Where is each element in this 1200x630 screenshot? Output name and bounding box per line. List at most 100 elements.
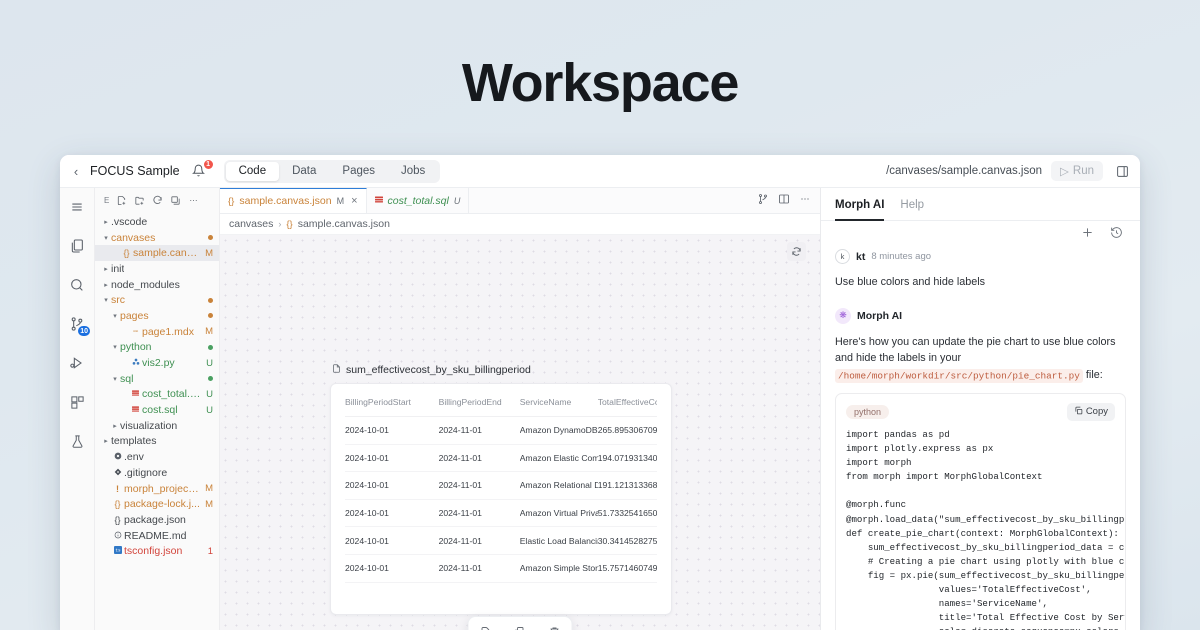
chevron-down-icon[interactable]: ▾ (101, 234, 111, 242)
tree-item-sample-canva[interactable]: {} sample.canva... M (95, 245, 219, 262)
chevron-right-icon[interactable]: ▸ (110, 422, 120, 430)
collapse-all-icon[interactable] (170, 195, 181, 206)
run-button[interactable]: ▷ Run (1051, 161, 1103, 181)
duplicate-icon[interactable] (514, 626, 526, 630)
run-debug-icon[interactable] (64, 351, 90, 375)
table-cell: 191.12131336880 (597, 471, 657, 500)
tab-morph-ai[interactable]: Morph AI (835, 188, 885, 221)
files-icon[interactable] (64, 234, 90, 258)
canvas-refresh-icon[interactable] (787, 242, 806, 261)
tree-item-canvases[interactable]: ▾ canvases (95, 230, 219, 246)
editor-tab-sample-canvas-json[interactable]: {} sample.canvas.json M × (220, 188, 367, 213)
canvas-surface[interactable]: sum_effectivecost_by_sku_billingperiod B… (220, 235, 820, 630)
history-icon[interactable] (1110, 226, 1123, 244)
chevron-left-icon[interactable]: ‹ (66, 164, 86, 179)
tree-item-visualization[interactable]: ▸ visualization (95, 418, 219, 434)
plus-icon[interactable] (1081, 226, 1094, 244)
tree-item-cost-total-sql[interactable]: cost_total.sql U (95, 387, 219, 403)
tab-pages[interactable]: Pages (329, 162, 388, 181)
new-file-icon[interactable] (116, 195, 127, 206)
tree-item-python[interactable]: ▾ python (95, 340, 219, 356)
tree-item-tsconfig-json[interactable]: ts tsconfig.json 1 (95, 543, 219, 559)
search-icon[interactable] (64, 273, 90, 297)
tree-item-morph-project[interactable]: ! morph_project.... M (95, 481, 219, 497)
chevron-down-icon[interactable]: ▾ (110, 375, 120, 383)
tab-help[interactable]: Help (900, 188, 924, 221)
tree-item-page1-mdx[interactable]: ▫▫▫ page1.mdx M (95, 324, 219, 340)
chevron-right-icon[interactable]: ▸ (101, 265, 111, 273)
trash-icon[interactable] (548, 626, 560, 630)
chevron-down-icon[interactable]: ▾ (110, 312, 120, 320)
panel-right-icon[interactable] (1112, 161, 1132, 181)
bell-icon[interactable]: 1 (191, 159, 214, 180)
json-icon: {} (114, 514, 121, 525)
breadcrumb-item-file[interactable]: sample.canvas.json (298, 218, 390, 230)
testing-icon[interactable] (64, 429, 90, 453)
tree-item-label: vis2.py (142, 357, 175, 370)
tree-item-label: README.md (124, 529, 187, 542)
refresh-icon[interactable] (152, 195, 163, 206)
add-node-icon[interactable] (480, 626, 492, 630)
tree-item-label: sql (120, 372, 134, 385)
more-horizontal-icon[interactable] (188, 195, 199, 206)
file-tree[interactable]: ▸ .vscode ▾ canvases{} sample.canva... M ▸ init… (95, 212, 219, 630)
source-control-icon[interactable] (757, 192, 769, 210)
tree-item-label: node_modules (111, 278, 180, 291)
editor-tab-cost-total-sql[interactable]: cost_total.sql U (366, 188, 470, 213)
avatar: k (835, 249, 850, 264)
tree-item-status: 1 (207, 545, 213, 557)
menu-icon[interactable] (64, 195, 90, 219)
tree-item-label: package-lock.j... (124, 498, 200, 511)
chevron-right-icon[interactable]: ▸ (101, 281, 111, 289)
tree-item-src[interactable]: ▾ src (95, 292, 219, 308)
table-cell: Elastic Load Balancin (519, 526, 598, 555)
tree-item-gitignore[interactable]: .gitignore (95, 465, 219, 481)
chevron-right-icon[interactable]: ▸ (101, 437, 111, 445)
breadcrumb-item-canvases[interactable]: canvases (229, 218, 273, 230)
tab-jobs[interactable]: Jobs (388, 162, 438, 181)
tree-item-cost-sql[interactable]: cost.sql U (95, 402, 219, 418)
tree-item-env[interactable]: .env (95, 449, 219, 465)
table-cell: 2024-11-01 (438, 526, 520, 555)
table-cell: Amazon Virtual Priva (519, 499, 598, 528)
tree-item-status: U (206, 357, 213, 369)
chevron-down-icon[interactable]: ▾ (101, 296, 111, 304)
warning-icon: ! (116, 483, 119, 494)
inline-file-path: /home/morph/workdir/src/python/pie_chart… (835, 368, 1083, 383)
extensions-icon[interactable] (64, 390, 90, 414)
table-cell: 15.75714607490 (597, 554, 657, 583)
tree-item-vis2-py[interactable]: vis2.py U (95, 355, 219, 371)
chevron-down-icon[interactable]: ▾ (110, 343, 120, 351)
source-control-icon[interactable]: 10 (64, 312, 91, 337)
split-editor-icon[interactable] (778, 192, 790, 210)
copy-button[interactable]: Copy (1066, 402, 1115, 421)
tree-item-sql[interactable]: ▾ sql (95, 371, 219, 387)
close-icon[interactable]: × (351, 195, 357, 207)
main-tabs: Code Data Pages Jobs (223, 159, 441, 183)
new-folder-icon[interactable] (134, 195, 145, 206)
table-row: 2024-10-01 2024-11-01 Amazon DynamoDB 265.8… (345, 416, 657, 445)
tab-code[interactable]: Code (225, 161, 280, 181)
tree-item-label: src (111, 294, 125, 307)
tree-item-templates[interactable]: ▸ templates (95, 434, 219, 450)
table-cell: Amazon DynamoDB (519, 416, 598, 445)
tree-item-label: .env (124, 451, 144, 464)
tab-data[interactable]: Data (279, 162, 329, 181)
more-horizontal-icon[interactable] (799, 192, 811, 210)
explorer-toolbar: E (95, 188, 219, 212)
tree-item-vscode[interactable]: ▸ .vscode (95, 214, 219, 230)
tree-item-node-modules[interactable]: ▸ node_modules (95, 277, 219, 293)
tree-item-dot (208, 297, 213, 303)
editor-tab-status: M (336, 196, 345, 206)
morph-logo-icon: ❋ (835, 307, 851, 324)
tree-item-package-lock-j[interactable]: {} package-lock.j... M (95, 496, 219, 512)
tree-item-package-json[interactable]: {} package.json (95, 512, 219, 528)
chat-messages: k kt 8 minutes ago Use blue colors and h… (821, 249, 1140, 630)
tree-item-label: cost_total.sql (142, 388, 203, 401)
tree-item-pages[interactable]: ▾ pages (95, 308, 219, 324)
tree-item-init[interactable]: ▸ init (95, 261, 219, 277)
table-column-header: BillingPeriodStart (345, 384, 439, 417)
tree-item-readme-md[interactable]: README.md (95, 528, 219, 544)
canvas-data-card[interactable]: BillingPeriodStart BillingPeriodEnd Servic… (330, 383, 672, 615)
chevron-right-icon[interactable]: ▸ (101, 218, 111, 226)
